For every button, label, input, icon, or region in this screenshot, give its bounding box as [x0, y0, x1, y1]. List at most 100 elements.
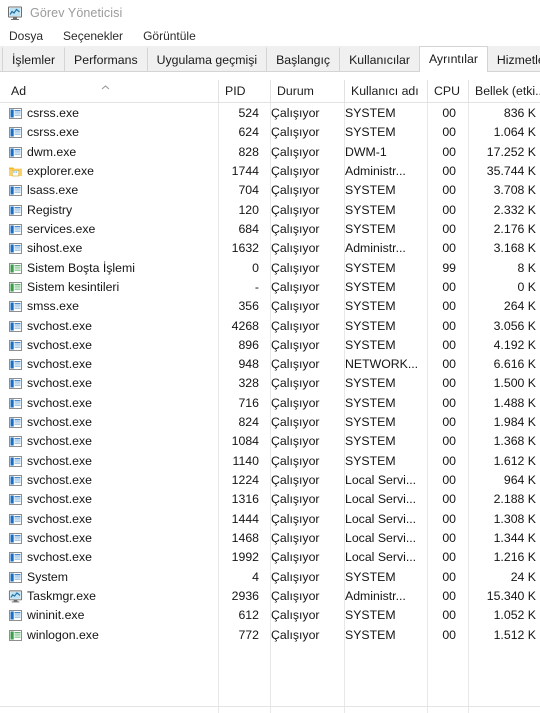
cell-process-name: svchost.exe	[27, 337, 92, 352]
cell-username: SYSTEM	[345, 569, 396, 584]
cell-memory: 35.744 K	[486, 163, 536, 178]
app-icon	[8, 550, 23, 565]
app-icon	[8, 203, 23, 218]
table-row[interactable]: wininit.exe 612 Çalışıyor SYSTEM 00 1.052 K	[0, 606, 540, 625]
cell-process-name: svchost.exe	[27, 415, 92, 430]
table-row[interactable]: svchost.exe 4268 Çalışıyor SYSTEM 00 3.056 K	[0, 317, 540, 336]
cell-memory: 2.332 K	[493, 202, 536, 217]
table-row[interactable]: dwm.exe 828 Çalışıyor DWM-1 00 17.252 K	[0, 143, 540, 162]
cell-pid: 716	[238, 395, 259, 410]
cell-status: Çalışıyor	[271, 183, 320, 198]
table-row[interactable]: svchost.exe 1444 Çalışıyor Local Servi... 00…	[0, 510, 540, 529]
table-row[interactable]: svchost.exe 896 Çalışıyor SYSTEM 00 4.192 K	[0, 336, 540, 355]
column-divider-5[interactable]	[468, 80, 469, 103]
cell-pid: 0	[252, 260, 259, 275]
table-row[interactable]: svchost.exe 1316 Çalışıyor Local Servi... 00…	[0, 490, 540, 509]
cell-cpu: 00	[442, 241, 456, 256]
app-icon	[8, 531, 23, 546]
cell-memory: 1.064 K	[493, 125, 536, 140]
table-row[interactable]: Taskmgr.exe 2936 Çalışıyor Administr... 00 15…	[0, 587, 540, 606]
table-row[interactable]: smss.exe 356 Çalışıyor SYSTEM 00 264 K	[0, 297, 540, 316]
cell-pid: 896	[238, 337, 259, 352]
taskmgr-icon	[8, 589, 23, 604]
cell-cpu: 00	[442, 202, 456, 217]
column-header-kullanici-adi[interactable]: Kullanıcı adı	[351, 72, 423, 102]
column-header-durum[interactable]: Durum	[277, 72, 341, 102]
tab-hizmetler[interactable]: Hizmetler	[486, 47, 540, 71]
table-row[interactable]: svchost.exe 1468 Çalışıyor Local Servi... 00…	[0, 529, 540, 548]
cell-process-name: svchost.exe	[27, 531, 92, 546]
cell-pid: 772	[238, 627, 259, 642]
cell-username: Administr...	[345, 163, 406, 178]
menu-item-goruntule[interactable]: Görüntüle	[143, 29, 196, 43]
table-row[interactable]: services.exe 684 Çalışıyor SYSTEM 00 2.176 K	[0, 220, 540, 239]
table-row[interactable]: lsass.exe 704 Çalışıyor SYSTEM 00 3.708 K	[0, 181, 540, 200]
tab-uygulama-gecmisi[interactable]: Uygulama geçmişi	[146, 47, 268, 71]
tab-ayrintilar[interactable]: Ayrıntılar	[418, 46, 488, 72]
cell-pid: -	[254, 279, 259, 294]
cell-process-name: svchost.exe	[27, 395, 92, 410]
cell-memory: 24 K	[510, 569, 536, 584]
column-header-cpu[interactable]: CPU	[434, 72, 466, 102]
cell-memory: 2.176 K	[493, 221, 536, 236]
column-divider-1[interactable]	[218, 80, 219, 103]
cell-status: Çalışıyor	[271, 627, 320, 642]
column-header-ad[interactable]: Ad	[11, 72, 211, 102]
cell-memory: 4.192 K	[493, 337, 536, 352]
table-row[interactable]: Sistem kesintileri - Çalışıyor SYSTEM 00 0 K	[0, 278, 540, 297]
cell-cpu: 00	[442, 531, 456, 546]
cell-cpu: 00	[442, 415, 456, 430]
column-header-bellek[interactable]: Bellek (etki...	[475, 72, 540, 102]
tab-baslangic[interactable]: Başlangıç	[266, 47, 341, 71]
cell-memory: 1.216 K	[493, 550, 536, 565]
cell-memory: 1.612 K	[493, 453, 536, 468]
table-row[interactable]: svchost.exe 948 Çalışıyor NETWORK... 00 6.616…	[0, 355, 540, 374]
column-divider-4[interactable]	[427, 80, 428, 103]
table-row[interactable]: Sistem Boşta İşlemi 0 Çalışıyor SYSTEM 99 8 K	[0, 259, 540, 278]
app-icon	[8, 608, 23, 623]
column-divider-2[interactable]	[270, 80, 271, 103]
tab-kullanicilar[interactable]: Kullanıcılar	[339, 47, 420, 71]
table-row[interactable]: svchost.exe 716 Çalışıyor SYSTEM 00 1.488 K	[0, 394, 540, 413]
cell-username: Local Servi...	[345, 492, 417, 507]
table-row[interactable]: explorer.exe 1744 Çalışıyor Administr... 00 3…	[0, 162, 540, 181]
cell-process-name: services.exe	[27, 221, 96, 236]
menu-item-secenekler[interactable]: Seçenekler	[63, 29, 123, 43]
cell-status: Çalışıyor	[271, 395, 320, 410]
table-row[interactable]: Registry 120 Çalışıyor SYSTEM 00 2.332 K	[0, 201, 540, 220]
cell-cpu: 00	[442, 395, 456, 410]
column-divider-3[interactable]	[344, 80, 345, 103]
table-row[interactable]: csrss.exe 524 Çalışıyor SYSTEM 00 836 K	[0, 104, 540, 123]
tab-performans[interactable]: Performans	[64, 47, 148, 71]
column-header-pid[interactable]: PID	[225, 72, 265, 102]
cell-username: SYSTEM	[345, 337, 396, 352]
cell-process-name: svchost.exe	[27, 376, 92, 391]
cell-memory: 836 K	[503, 106, 536, 120]
table-row[interactable]: csrss.exe 624 Çalışıyor SYSTEM 00 1.064 K	[0, 123, 540, 142]
cell-cpu: 00	[442, 608, 456, 623]
table-row[interactable]: svchost.exe 1224 Çalışıyor Local Servi... 00…	[0, 471, 540, 490]
cell-memory: 2.188 K	[493, 492, 536, 507]
cell-status: Çalışıyor	[271, 550, 320, 565]
table-row[interactable]: svchost.exe 1140 Çalışıyor SYSTEM 00 1.612 K	[0, 452, 540, 471]
cell-process-name: svchost.exe	[27, 434, 92, 449]
app-icon	[8, 106, 23, 121]
cell-username: SYSTEM	[345, 415, 396, 430]
table-row[interactable]: System 4 Çalışıyor SYSTEM 00 24 K	[0, 568, 540, 587]
menu-item-dosya[interactable]: Dosya	[9, 29, 43, 43]
system-icon	[8, 628, 23, 643]
table-row[interactable]: svchost.exe 328 Çalışıyor SYSTEM 00 1.500 K	[0, 374, 540, 393]
cell-pid: 4	[252, 569, 259, 584]
cell-cpu: 00	[442, 221, 456, 236]
taskmgr-chart-icon	[7, 5, 23, 21]
table-row[interactable]: svchost.exe 1084 Çalışıyor SYSTEM 00 1.368 K	[0, 432, 540, 451]
tab-islemler[interactable]: İşlemler	[2, 47, 66, 71]
cell-status: Çalışıyor	[271, 241, 320, 256]
table-row[interactable]: svchost.exe 824 Çalışıyor SYSTEM 00 1.984 K	[0, 413, 540, 432]
process-grid[interactable]: csrss.exe 524 Çalışıyor SYSTEM 00 836 Kcsrss.…	[0, 103, 540, 713]
system-icon	[8, 261, 23, 276]
table-row[interactable]: sihost.exe 1632 Çalışıyor Administr... 00 3.1…	[0, 239, 540, 258]
cell-memory: 964 K	[503, 473, 536, 488]
table-row[interactable]: svchost.exe 1992 Çalışıyor Local Servi... 00…	[0, 548, 540, 567]
table-row[interactable]: winlogon.exe 772 Çalışıyor SYSTEM 00 1.512 K	[0, 626, 540, 645]
